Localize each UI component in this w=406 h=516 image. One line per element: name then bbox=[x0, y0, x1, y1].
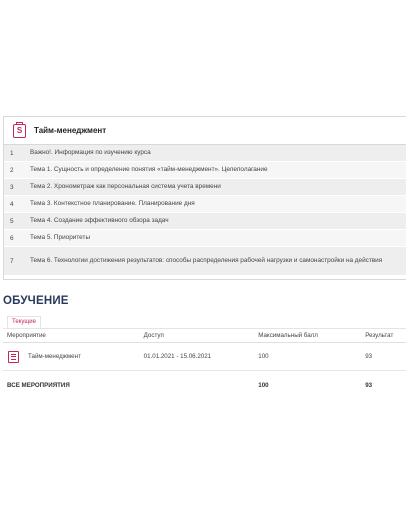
document-list-icon bbox=[8, 350, 19, 363]
column-header-access: Доступ bbox=[143, 329, 259, 343]
topic-item[interactable]: 2 Тема 1. Сущность и определение понятия … bbox=[4, 162, 406, 179]
total-max-score: 100 bbox=[258, 381, 269, 389]
column-header-result: Результат bbox=[365, 329, 406, 343]
tab-current[interactable]: Текущие bbox=[7, 316, 41, 328]
topic-title[interactable]: Тема 6. Технологии достижения результато… bbox=[30, 257, 406, 265]
training-heading: ОБУЧЕНИЕ bbox=[3, 295, 69, 307]
topic-number: 5 bbox=[10, 217, 14, 225]
cell-max-score: 100 bbox=[258, 342, 366, 371]
event-link[interactable]: Тайм-менеджмент bbox=[28, 353, 81, 360]
cell-access: 01.01.2021 - 15.06.2021 bbox=[143, 342, 259, 371]
topic-number: 2 bbox=[10, 166, 14, 174]
topic-title[interactable]: Тема 5. Приоритеты bbox=[30, 234, 406, 242]
column-header-event: Мероприятие bbox=[3, 329, 144, 343]
course-header[interactable]: S Тайм-менеджмент bbox=[4, 117, 406, 145]
total-spacer bbox=[144, 371, 259, 400]
total-label: ВСЕ МЕРОПРИЯТИЯ bbox=[7, 381, 70, 389]
topic-list: 1 Важно!. Информация по изучению курса 2 Т… bbox=[4, 145, 406, 276]
topic-item[interactable]: 7 Тема 6. Технологии достижения результат… bbox=[4, 247, 406, 276]
topic-number: 6 bbox=[10, 234, 14, 242]
total-row: ВСЕ МЕРОПРИЯТИЯ 100 93 bbox=[3, 371, 406, 400]
column-header-max-score: Максимальный балл bbox=[258, 329, 366, 343]
topic-title[interactable]: Важно!. Информация по изучению курса bbox=[30, 149, 406, 157]
tab-bar: Текущие bbox=[3, 316, 406, 329]
topic-number: 3 bbox=[10, 183, 14, 191]
cell-event: Тайм-менеджмент bbox=[3, 342, 144, 371]
topic-item[interactable]: 6 Тема 5. Приоритеты bbox=[4, 230, 406, 247]
topic-title[interactable]: Тема 4. Создание эффективного обзора зад… bbox=[30, 217, 406, 225]
course-card: S Тайм-менеджмент 1 Важно!. Информация по… bbox=[3, 116, 406, 280]
cell-result: 93 bbox=[365, 342, 406, 371]
topic-item[interactable]: 1 Важно!. Информация по изучению курса bbox=[4, 145, 406, 162]
topic-number: 1 bbox=[10, 149, 14, 157]
training-table: Мероприятие Доступ Максимальный балл Рез… bbox=[3, 329, 406, 399]
topic-title[interactable]: Тема 2. Хронометраж как персональная сис… bbox=[30, 183, 406, 191]
topic-number: 7 bbox=[10, 257, 14, 265]
course-document-icon: S bbox=[13, 121, 26, 138]
topic-number: 4 bbox=[10, 200, 14, 208]
table-header-row: Мероприятие Доступ Максимальный балл Рез… bbox=[3, 329, 406, 343]
topic-title[interactable]: Тема 3. Контекстное планирование. Планир… bbox=[30, 200, 406, 208]
topic-item[interactable]: 4 Тема 3. Контекстное планирование. Плани… bbox=[4, 196, 406, 213]
topic-item[interactable]: 5 Тема 4. Создание эффективного обзора за… bbox=[4, 213, 406, 230]
topic-item[interactable]: 3 Тема 2. Хронометраж как персональная си… bbox=[4, 179, 406, 196]
topic-title[interactable]: Тема 1. Сущность и определение понятия «… bbox=[30, 166, 406, 174]
total-result: 93 bbox=[365, 381, 373, 389]
table-row[interactable]: Тайм-менеджмент 01.01.2021 - 15.06.2021 … bbox=[3, 342, 406, 371]
course-title[interactable]: Тайм-менеджмент bbox=[34, 126, 106, 135]
